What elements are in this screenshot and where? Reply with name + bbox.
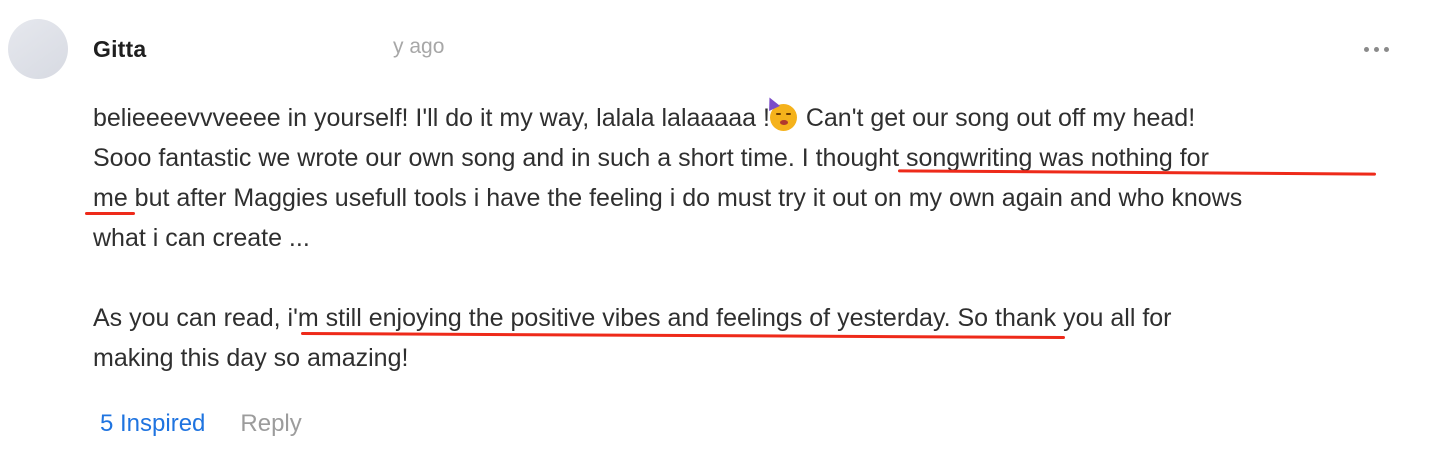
- comment-text-segment: Can't get our song out off my head!: [798, 104, 1196, 132]
- comment-line: As you can read, i'm still enjoying the …: [93, 304, 1172, 332]
- comment-line: me but after Maggies usefull tools i hav…: [93, 184, 1243, 212]
- timestamp: y ago: [393, 35, 445, 58]
- comment-line: making this day so amazing!: [93, 344, 409, 372]
- author-name[interactable]: Gitta: [93, 36, 146, 63]
- more-horizontal-icon-dot: [1373, 46, 1379, 52]
- annotation-underline: [85, 212, 135, 215]
- partying-face-icon: [763, 95, 797, 131]
- more-horizontal-icon-dot: [1383, 46, 1389, 52]
- emoji-mouth: [779, 120, 788, 125]
- more-options-button[interactable]: [1356, 34, 1396, 64]
- inspired-button[interactable]: 5 Inspired: [100, 410, 205, 438]
- comment-text-segment: belieeeevvveeee in yourself! I'll do it …: [93, 104, 770, 132]
- avatar[interactable]: [8, 19, 68, 79]
- comment-line: belieeeevvveeee in yourself! I'll do it …: [93, 95, 1423, 138]
- comment-actions: 5 Inspired Reply: [100, 410, 302, 438]
- reply-button[interactable]: Reply: [240, 410, 301, 438]
- more-horizontal-icon: [1363, 46, 1369, 52]
- comment-line: what i can create ...: [93, 224, 310, 252]
